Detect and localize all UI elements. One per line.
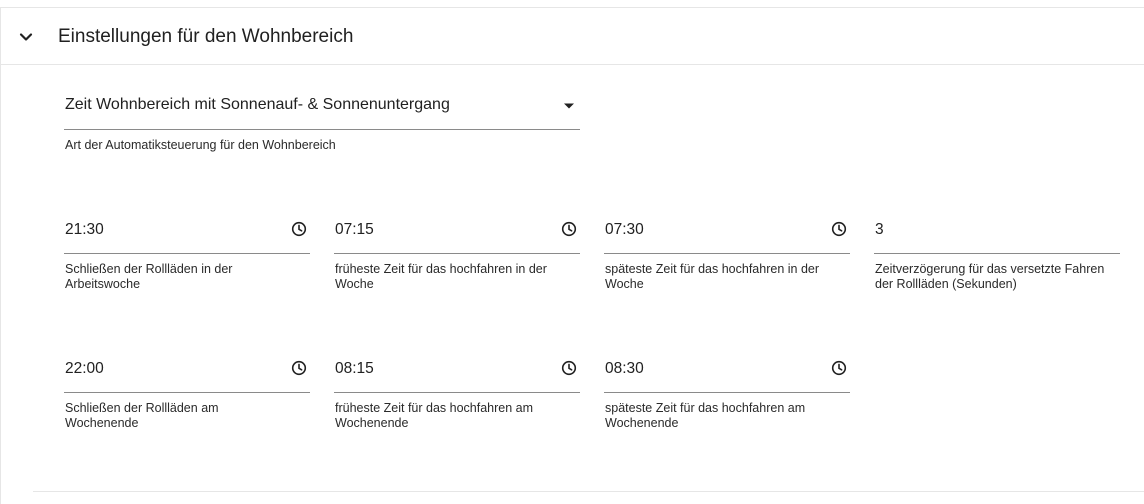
section-title: Einstellungen für den Wohnbereich (58, 26, 354, 47)
earliest-week-input[interactable] (334, 208, 535, 252)
latest-weekend-field[interactable] (604, 347, 850, 393)
close-week-label: Schließen der Rollläden in der Arbeitswo… (65, 262, 233, 291)
mode-select-value: Zeit Wohnbereich mit Sonnenauf- & Sonnen… (65, 96, 450, 113)
mode-helper-text: Art der Automatiksteuerung für den Wohnb… (65, 138, 336, 152)
clock-icon[interactable] (831, 360, 847, 376)
delay-input[interactable] (874, 208, 1075, 252)
close-week-input[interactable] (64, 208, 265, 252)
clock-icon[interactable] (291, 221, 307, 237)
latest-week-label: späteste Zeit für das hochfahren in der … (605, 262, 820, 291)
close-weekend-label: Schließen der Rollläden am Wochenende (65, 401, 219, 430)
latest-week-input[interactable] (604, 208, 805, 252)
earliest-week-label: früheste Zeit für das hochfahren in der … (335, 262, 547, 291)
earliest-weekend-field[interactable] (334, 347, 580, 393)
latest-weekend-label: späteste Zeit für das hochfahren am Woch… (605, 401, 806, 430)
delay-field[interactable] (874, 208, 1120, 254)
latest-weekend-input[interactable] (604, 347, 805, 391)
bottom-divider (33, 491, 1144, 492)
close-weekend-input[interactable] (64, 347, 265, 391)
caret-down-icon[interactable] (563, 102, 575, 110)
close-week-field[interactable] (64, 208, 310, 254)
delay-label: Zeitverzögerung für das versetzte Fahren… (875, 262, 1105, 291)
clock-icon[interactable] (291, 360, 307, 376)
earliest-week-field[interactable] (334, 208, 580, 254)
earliest-weekend-input[interactable] (334, 347, 535, 391)
latest-week-field[interactable] (604, 208, 850, 254)
clock-icon[interactable] (561, 360, 577, 376)
clock-icon[interactable] (831, 221, 847, 237)
chevron-down-icon[interactable] (18, 29, 34, 45)
close-weekend-field[interactable] (64, 347, 310, 393)
earliest-weekend-label: früheste Zeit für das hochfahren am Woch… (335, 401, 534, 430)
section-header[interactable]: Einstellungen für den Wohnbereich (1, 8, 1144, 65)
clock-icon[interactable] (561, 221, 577, 237)
mode-select[interactable]: Zeit Wohnbereich mit Sonnenauf- & Sonnen… (64, 84, 580, 130)
